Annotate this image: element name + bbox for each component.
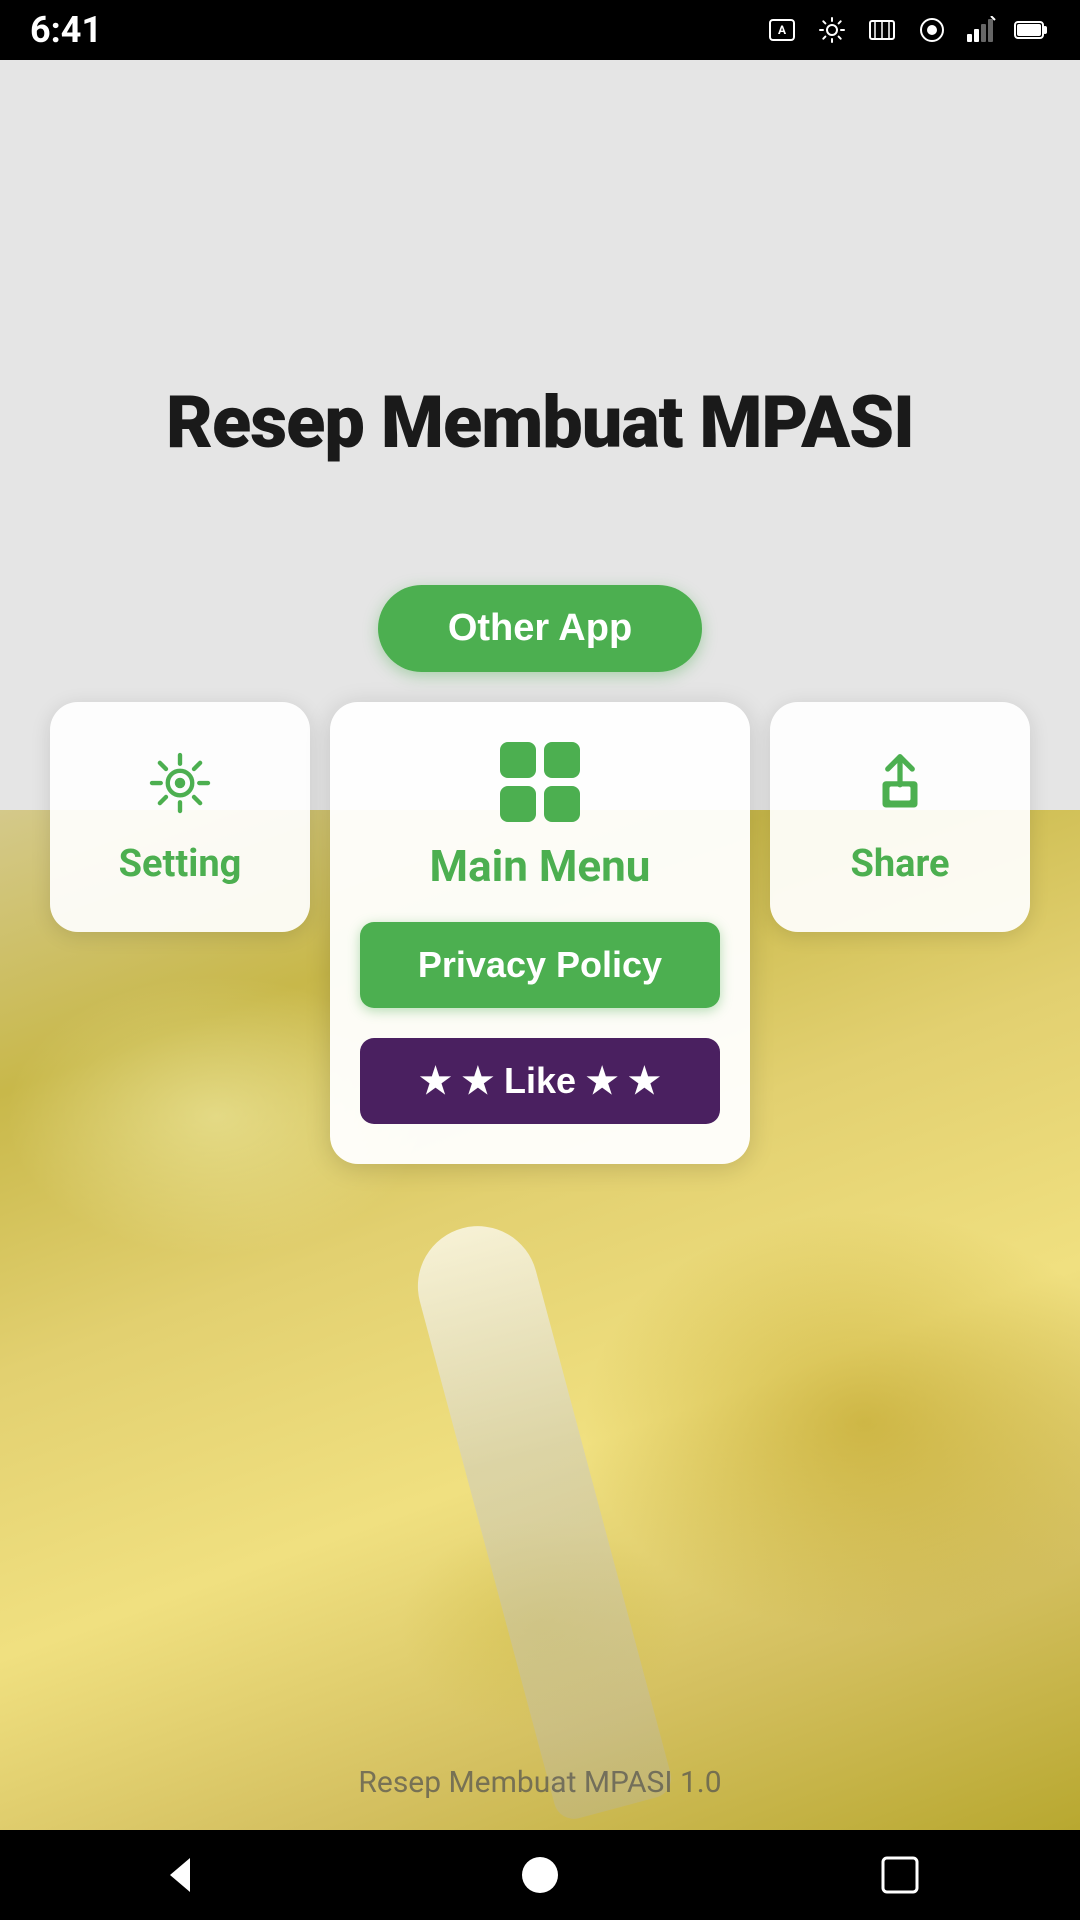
- version-text: Resep Membuat MPASI 1.0: [0, 1765, 1080, 1800]
- memory-icon: [864, 12, 900, 48]
- like-button[interactable]: ★ ★ Like ★ ★: [360, 1038, 720, 1124]
- status-bar: 6:41 A: [0, 0, 1080, 60]
- main-menu-label: Main Menu: [430, 840, 651, 892]
- nav-home-button[interactable]: [500, 1835, 580, 1915]
- privacy-policy-button[interactable]: Privacy Policy: [360, 922, 720, 1008]
- share-icon: [865, 748, 935, 822]
- gear-icon: [145, 748, 215, 822]
- setting-label: Setting: [119, 842, 242, 886]
- status-icons: A: [764, 12, 1050, 48]
- app-title: Resep Membuat MPASI: [126, 380, 954, 465]
- main-content: Resep Membuat MPASI Other App: [0, 60, 1080, 1830]
- circle-arrow-icon: [914, 12, 950, 48]
- other-app-button[interactable]: Other App: [378, 585, 702, 672]
- battery-icon: [1014, 12, 1050, 48]
- grid-icon: [500, 742, 580, 822]
- svg-text:A: A: [778, 23, 787, 37]
- share-card[interactable]: Share: [770, 702, 1030, 932]
- settings-dot-icon: [814, 12, 850, 48]
- setting-card[interactable]: Setting: [50, 702, 310, 932]
- main-menu-top: Main Menu: [430, 742, 651, 892]
- signal-icon: [964, 12, 1000, 48]
- nav-back-button[interactable]: [140, 1835, 220, 1915]
- cards-row: Setting Main Menu Privacy Policy ★ ★ Lik…: [0, 702, 1080, 1164]
- nav-bar: [0, 1830, 1080, 1920]
- share-label: Share: [850, 842, 949, 886]
- main-menu-card[interactable]: Main Menu Privacy Policy ★ ★ Like ★ ★: [330, 702, 750, 1164]
- nav-recent-button[interactable]: [860, 1835, 940, 1915]
- text-icon: A: [764, 12, 800, 48]
- status-time: 6:41: [30, 9, 102, 51]
